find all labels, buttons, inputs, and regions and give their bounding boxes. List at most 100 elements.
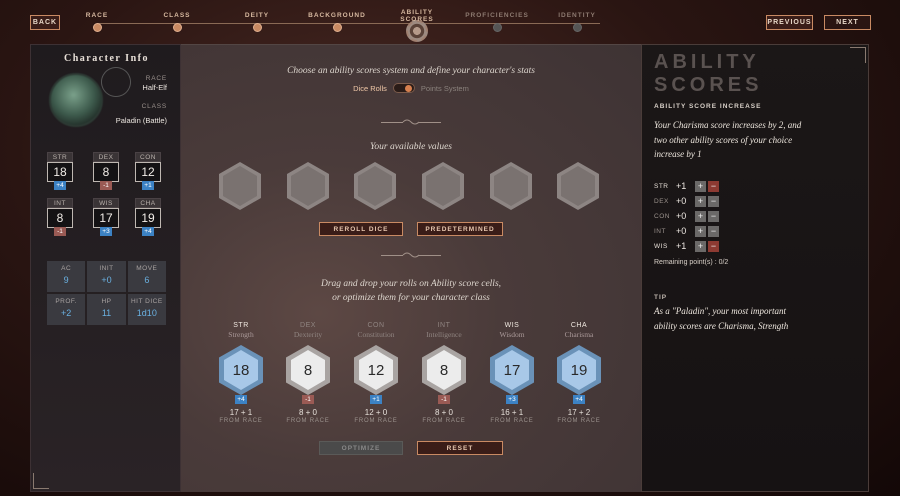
class-label: CLASS: [141, 103, 167, 110]
empty-dice-slot-icon[interactable]: [287, 162, 329, 210]
system-toggle[interactable]: [392, 83, 415, 93]
stat-str: STR 18 +4: [47, 152, 73, 190]
ability-calc: 8 + 0: [298, 408, 317, 417]
ability-abbr: DEX: [300, 322, 316, 329]
previous-button[interactable]: PREVIOUS: [766, 15, 813, 30]
ability-score-cell[interactable]: 12: [354, 345, 398, 395]
tip-heading: TIP: [654, 294, 668, 301]
ability-score-cell[interactable]: 8: [286, 345, 330, 395]
reset-button[interactable]: RESET: [417, 441, 503, 455]
ability-modifier: +3: [506, 395, 518, 404]
ability-abbr: INT: [437, 322, 451, 329]
ability-int: INT Intelligence 8 -1 8 + 0 FROM RACE: [414, 322, 474, 424]
increase-value: +0: [676, 226, 687, 236]
ability-score-cell[interactable]: 17: [490, 345, 534, 395]
ability-modifier: +4: [235, 395, 247, 404]
ability-abbr: STR: [233, 322, 249, 329]
stat-value: 12: [135, 162, 161, 182]
plus-button[interactable]: +: [695, 195, 706, 207]
info-title-line-1: ABILITY: [654, 51, 760, 73]
ability-score: 12: [359, 350, 393, 390]
step-dot: [332, 23, 342, 32]
reroll-dice-button[interactable]: REROLL DICE: [319, 222, 403, 236]
empty-dice-slot-icon[interactable]: [354, 162, 396, 210]
step-label: IDENTITY: [558, 11, 596, 19]
ability-info-panel: ABILITY SCORES ABILITY SCORE INCREASE Yo…: [641, 44, 869, 492]
ability-score: 17: [495, 350, 529, 390]
step-background[interactable]: BACKGROUND: [297, 8, 377, 32]
option-dice-rolls[interactable]: Dice Rolls: [353, 84, 387, 93]
minus-button[interactable]: −: [708, 195, 719, 207]
step-identity[interactable]: IDENTITY: [537, 8, 617, 32]
stat-abbr: INT: [47, 198, 73, 208]
increase-row-wis: WIS +1 + −: [654, 239, 721, 253]
derived-stats: AC 9 INIT +0 MOVE 6 PROF. +2 HP 11 HIT D…: [47, 261, 166, 325]
derived-label: MOVE: [136, 265, 158, 272]
current-step-medallion-icon: [406, 20, 428, 42]
ability-score: 8: [291, 350, 325, 390]
predetermined-button[interactable]: PREDETERMINED: [417, 222, 503, 236]
derived-label: INIT: [99, 265, 114, 272]
top-navigation: BACK RACE CLASS DEITY BACKGROUND ABILITY…: [0, 0, 900, 44]
optimize-button[interactable]: OPTIMIZE: [319, 441, 403, 455]
increase-heading: ABILITY SCORE INCREASE: [654, 103, 762, 110]
empty-dice-slot-icon[interactable]: [490, 162, 532, 210]
stat-value: 19: [135, 208, 161, 228]
option-points-system[interactable]: Points System: [421, 84, 469, 93]
plus-button[interactable]: +: [695, 210, 706, 222]
ability-name: Wisdom: [499, 330, 525, 339]
minus-button[interactable]: −: [708, 180, 719, 192]
empty-dice-slot-icon[interactable]: [422, 162, 464, 210]
stat-modifier: +3: [100, 227, 112, 236]
step-race[interactable]: RACE: [57, 8, 137, 32]
ability-score-cell[interactable]: 8: [422, 345, 466, 395]
ability-from: FROM RACE: [422, 418, 466, 424]
toggle-knob: [404, 85, 412, 92]
step-dot: [92, 23, 102, 32]
ornament-divider-icon: [381, 251, 441, 259]
ability-from: FROM RACE: [219, 418, 263, 424]
step-deity[interactable]: DEITY: [217, 8, 297, 32]
derived-label: HP: [101, 298, 112, 305]
empty-dice-slot-icon[interactable]: [557, 162, 599, 210]
increase-abbr: CON: [654, 212, 670, 220]
derived-value: 9: [63, 275, 69, 285]
increase-abbr: DEX: [654, 197, 669, 205]
plus-button[interactable]: +: [695, 180, 706, 192]
race-value: Half-Elf: [142, 83, 167, 92]
ability-name: Charisma: [564, 330, 594, 339]
plus-button[interactable]: +: [695, 225, 706, 237]
info-title-line-2: SCORES: [654, 74, 763, 96]
minus-button[interactable]: −: [708, 210, 719, 222]
ability-score: 19: [562, 350, 596, 390]
stat-modifier: +4: [142, 227, 154, 236]
next-button[interactable]: NEXT: [824, 15, 871, 30]
step-label: CLASS: [163, 11, 191, 19]
increase-row-str: STR +1 + −: [654, 179, 721, 193]
stat-value: 18: [47, 162, 73, 182]
stat-modifier: -1: [100, 181, 112, 190]
stat-modifier: +4: [54, 181, 66, 190]
ability-calc: 8 + 0: [434, 408, 453, 417]
ability-score-cell[interactable]: 18: [219, 345, 263, 395]
step-ability-scores[interactable]: ABILITY SCORES: [397, 8, 437, 42]
ability-calc: 12 + 0: [364, 408, 388, 417]
minus-button[interactable]: −: [708, 225, 719, 237]
derived-ac: AC 9: [47, 261, 86, 292]
ability-name: Strength: [228, 330, 254, 339]
stat-abbr: WIS: [93, 198, 119, 208]
step-proficiencies[interactable]: PROFICIENCIES: [457, 8, 537, 32]
back-button[interactable]: BACK: [30, 15, 60, 30]
ability-abbr: CON: [367, 322, 385, 329]
stat-abbr: DEX: [93, 152, 119, 162]
panel-title: Character Info: [64, 53, 149, 64]
step-class[interactable]: CLASS: [137, 8, 217, 32]
ability-dex: DEX Dexterity 8 -1 8 + 0 FROM RACE: [278, 322, 338, 424]
plus-button[interactable]: +: [695, 240, 706, 252]
ability-calc: 17 + 1: [229, 408, 253, 417]
remaining-points: Remaining point(s) : 0/2: [654, 259, 729, 266]
ability-score-cell[interactable]: 19: [557, 345, 601, 395]
minus-button[interactable]: −: [708, 240, 719, 252]
derived-init: INIT +0: [87, 261, 126, 292]
empty-dice-slot-icon[interactable]: [219, 162, 261, 210]
